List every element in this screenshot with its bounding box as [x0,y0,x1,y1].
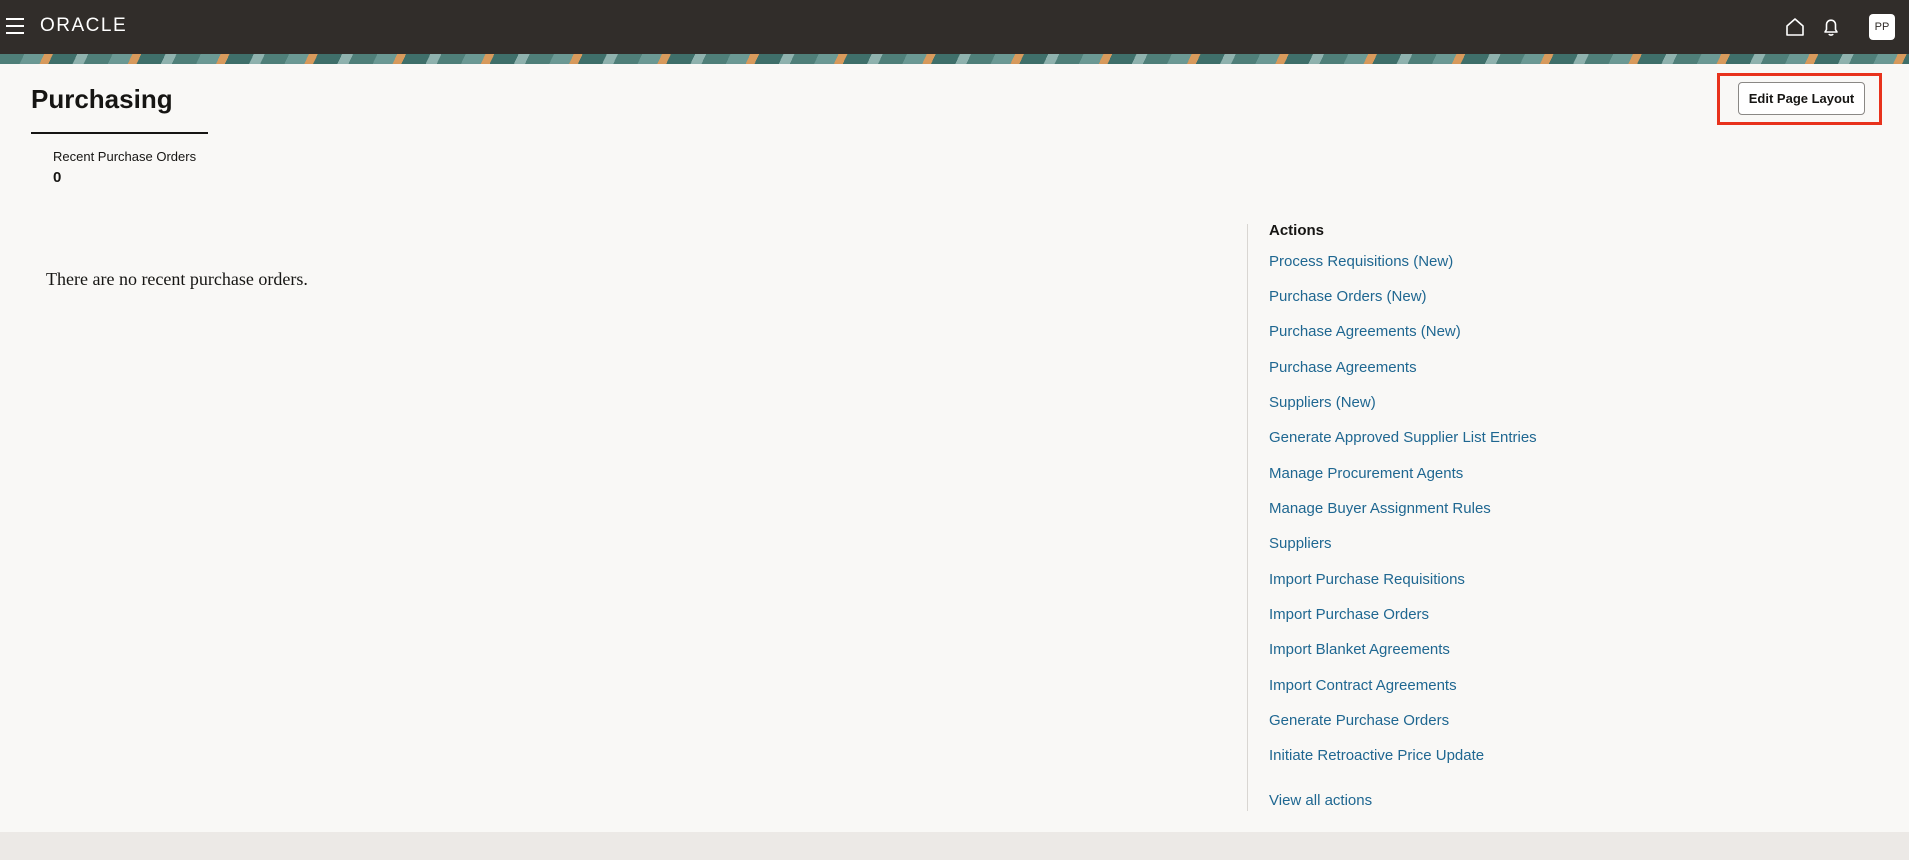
action-purchase-orders-new[interactable]: Purchase Orders (New) [1269,288,1427,305]
action-purchase-agreements[interactable]: Purchase Agreements [1269,359,1417,376]
action-suppliers-new[interactable]: Suppliers (New) [1269,394,1376,411]
action-import-blanket-agreements[interactable]: Import Blanket Agreements [1269,641,1450,658]
action-import-purchase-orders[interactable]: Import Purchase Orders [1269,606,1429,623]
action-purchase-agreements-new[interactable]: Purchase Agreements (New) [1269,323,1461,340]
action-import-purchase-requisitions[interactable]: Import Purchase Requisitions [1269,571,1465,588]
recent-po-label[interactable]: Recent Purchase Orders [53,149,196,164]
action-initiate-retroactive-price-update[interactable]: Initiate Retroactive Price Update [1269,747,1484,764]
actions-divider [1247,224,1248,811]
action-generate-purchase-orders[interactable]: Generate Purchase Orders [1269,712,1449,729]
action-suppliers[interactable]: Suppliers [1269,535,1332,552]
view-all-actions-link[interactable]: View all actions [1269,792,1372,809]
action-import-contract-agreements[interactable]: Import Contract Agreements [1269,677,1457,694]
recent-po-count[interactable]: 0 [53,169,61,186]
main-content: Purchasing Edit Page Layout Recent Purch… [0,64,1909,832]
title-underline [31,132,208,134]
edit-page-layout-button[interactable]: Edit Page Layout [1738,82,1865,115]
action-process-requisitions-new[interactable]: Process Requisitions (New) [1269,253,1453,270]
page-title: Purchasing [31,84,173,114]
hamburger-menu-icon[interactable] [6,18,24,34]
empty-state-message: There are no recent purchase orders. [46,269,308,289]
global-header: ORACLE PP [0,0,1909,54]
action-manage-buyer-assignment-rules[interactable]: Manage Buyer Assignment Rules [1269,500,1491,517]
action-generate-asl-entries[interactable]: Generate Approved Supplier List Entries [1269,429,1537,446]
notifications-bell-icon[interactable] [1820,16,1842,38]
action-manage-procurement-agents[interactable]: Manage Procurement Agents [1269,465,1463,482]
oracle-logo[interactable]: ORACLE [40,15,127,37]
user-avatar[interactable]: PP [1869,14,1895,40]
actions-heading: Actions [1269,222,1325,239]
decorative-banner [0,54,1909,64]
bottom-background [0,832,1909,860]
home-icon[interactable] [1784,16,1806,38]
